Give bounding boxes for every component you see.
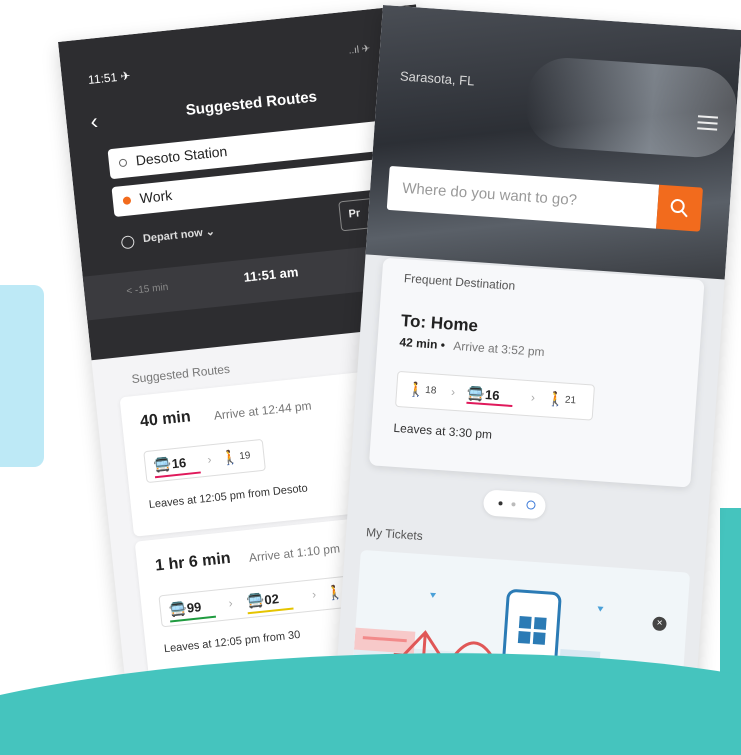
route-arrival: Arrive at 1:10 pm	[248, 541, 341, 565]
back-icon[interactable]: ‹	[89, 108, 99, 135]
carousel-pager[interactable]	[482, 489, 547, 520]
route-duration: 1 hr 6 min	[154, 549, 232, 575]
depart-now-dropdown[interactable]: Depart now ⌄	[142, 225, 215, 245]
route-legs: 🚶 18 › 🚍 16 › 🚶 21	[394, 370, 596, 421]
walk-minutes: 18	[424, 384, 437, 397]
bus-leg: 🚍 99	[167, 590, 220, 625]
section-title: Suggested Routes	[130, 361, 231, 387]
home-screen: Sarasota, FL Where do you want to go? Fr…	[336, 5, 741, 699]
walk-minutes: 19	[238, 450, 251, 463]
bus-icon: 🚍	[245, 591, 265, 610]
destination-dot-icon	[122, 196, 132, 206]
page-dot-active	[498, 501, 503, 506]
bus-line-underline	[466, 401, 513, 407]
page-title: Suggested Routes	[184, 88, 318, 119]
bus-leg: 🚍 02	[245, 582, 304, 618]
bus-leg: 🚍 16	[152, 446, 205, 481]
route-duration: 40 min	[139, 408, 192, 431]
walk-icon: 🚶	[406, 380, 426, 398]
signal-indicator: ..ıl ✈	[347, 43, 371, 57]
search-button[interactable]	[656, 184, 704, 232]
refresh-icon[interactable]	[526, 500, 536, 510]
clock-icon	[120, 235, 135, 250]
route-legs: 🚍 16 › 🚶 19	[143, 438, 266, 484]
bus-number: 02	[263, 591, 280, 608]
bus-number: 16	[170, 454, 187, 472]
walk-icon: 🚶	[546, 390, 565, 408]
train-motion-streak	[523, 55, 740, 160]
hero-image	[365, 5, 741, 280]
route-leaves: Leaves at 12:05 pm from Desoto	[148, 482, 309, 512]
bus-leg: 🚍 16	[466, 377, 524, 411]
my-tickets-title: My Tickets	[365, 525, 424, 544]
menu-icon[interactable]	[697, 111, 719, 134]
chevron-right-icon: ›	[227, 595, 234, 611]
decorative-wave	[0, 653, 741, 755]
route-arrival: Arrive at 12:44 pm	[213, 398, 313, 423]
bus-icon: 🚍	[168, 599, 188, 618]
chevron-right-icon: ›	[450, 384, 456, 399]
origin-dot-icon	[118, 158, 128, 168]
status-time: 11:51 ✈	[87, 68, 132, 88]
walk-icon: 🚶	[220, 448, 240, 467]
walk-leg: 🚶 19	[220, 440, 263, 474]
decorative-blue-panel	[0, 285, 44, 467]
bus-icon: 🚍	[152, 455, 172, 474]
trip-duration: 42 min •	[399, 334, 446, 353]
preferences-label: Pr	[348, 207, 361, 221]
search-placeholder: Where do you want to go?	[401, 179, 578, 209]
page-dot	[511, 502, 516, 507]
walk-leg: 🚶 21	[546, 382, 588, 415]
bus-icon: 🚍	[466, 384, 486, 403]
bus-number: 16	[484, 387, 501, 404]
chevron-right-icon: ›	[530, 390, 536, 405]
walk-leg: 🚶 18	[406, 373, 444, 405]
destination-value: Work	[138, 186, 173, 207]
frequent-destination-card[interactable]: Frequent Destination To: Home 42 min • A…	[368, 257, 705, 488]
origin-value: Desoto Station	[134, 142, 228, 169]
trip-leaves: Leaves at 3:30 pm	[393, 420, 493, 442]
search-icon	[670, 199, 688, 218]
walk-minutes: 21	[564, 394, 577, 407]
bus-number: 99	[186, 599, 203, 616]
chevron-right-icon: ›	[311, 587, 317, 602]
chevron-right-icon: ›	[206, 452, 213, 467]
trip-arrival: Arrive at 3:52 pm	[452, 338, 546, 360]
destination-title: To: Home	[400, 311, 479, 336]
frequent-destination-label: Frequent Destination	[403, 271, 516, 293]
